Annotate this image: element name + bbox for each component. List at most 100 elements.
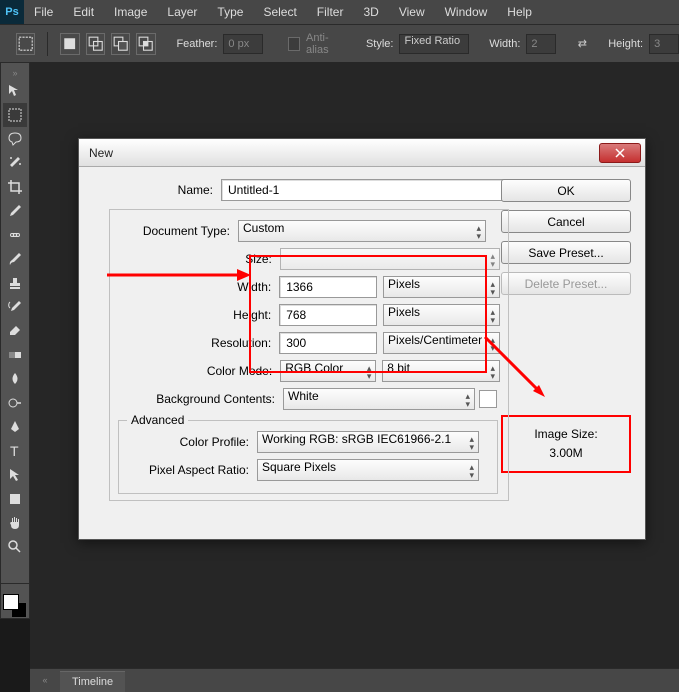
photoshop-logo-icon: Ps [0,0,24,24]
timeline-tab[interactable]: Timeline [60,671,125,692]
dialog-close-button[interactable] [599,143,641,163]
menu-select[interactable]: Select [253,5,306,19]
menu-filter[interactable]: Filter [307,5,354,19]
style-label: Style: [366,38,394,50]
resolution-input[interactable] [279,332,377,354]
doctype-label: Document Type: [118,224,238,238]
bgcontents-swatch[interactable] [479,390,497,408]
brush-tool-icon[interactable] [3,247,27,271]
eyedropper-tool-icon[interactable] [3,199,27,223]
opt-width-input[interactable] [526,34,556,54]
menu-edit[interactable]: Edit [63,5,104,19]
type-tool-icon[interactable]: T [3,439,27,463]
menu-view[interactable]: View [389,5,435,19]
magic-wand-tool-icon[interactable] [3,151,27,175]
selection-intersect-icon[interactable] [136,33,155,55]
resolution-unit-select[interactable]: Pixels/Centimeter▴▾ [383,332,500,354]
selection-subtract-icon[interactable] [111,33,130,55]
gradient-tool-icon[interactable] [3,343,27,367]
marquee-tool-icon[interactable] [3,103,27,127]
advanced-fieldset: Advanced Color Profile: Working RGB: sRG… [118,420,498,494]
antialias-checkbox [288,37,300,51]
resolution-label: Resolution: [138,336,279,350]
colormode-select[interactable]: RGB Color▴▾ [280,360,376,382]
feather-input[interactable] [223,34,263,54]
selection-new-icon[interactable] [60,33,79,55]
dodge-tool-icon[interactable] [3,391,27,415]
menu-image[interactable]: Image [104,5,157,19]
menu-help[interactable]: Help [497,5,542,19]
pen-tool-icon[interactable] [3,415,27,439]
eraser-tool-icon[interactable] [3,319,27,343]
bottom-panel-grab-icon[interactable]: « [30,668,60,692]
menu-file[interactable]: File [24,5,63,19]
zoom-tool-icon[interactable] [3,535,27,559]
feather-label: Feather: [176,38,217,50]
tools-panel: » T [0,62,30,619]
menu-3d[interactable]: 3D [353,5,388,19]
options-bar: Feather: Anti-alias Style: Fixed Ratio W… [0,24,679,62]
foreground-swatch[interactable] [3,594,19,610]
crop-tool-icon[interactable] [3,175,27,199]
name-label: Name: [91,183,221,197]
image-size-label: Image Size: [513,425,619,444]
path-selection-tool-icon[interactable] [3,463,27,487]
advanced-label: Advanced [127,413,188,427]
ok-button[interactable]: OK [501,179,631,202]
colorprofile-select[interactable]: Working RGB: sRGB IEC61966-2.1▴▾ [257,431,479,453]
menu-type[interactable]: Type [207,5,253,19]
width-label: Width: [138,280,279,294]
shape-tool-icon[interactable] [3,487,27,511]
lasso-tool-icon[interactable] [3,127,27,151]
antialias-label: Anti-alias [306,32,345,56]
blur-tool-icon[interactable] [3,367,27,391]
history-brush-tool-icon[interactable] [3,295,27,319]
height-input[interactable] [279,304,377,326]
color-swatches[interactable] [3,594,27,618]
swap-wh-icon[interactable]: ⇄ [575,36,589,52]
width-unit-select[interactable]: Pixels▴▾ [383,276,500,298]
healing-brush-tool-icon[interactable] [3,223,27,247]
menu-layer[interactable]: Layer [157,5,207,19]
colorprofile-label: Color Profile: [127,435,257,449]
size-select[interactable]: ▴▾ [280,248,500,270]
panel-grab-icon[interactable]: » [3,69,27,77]
stamp-tool-icon[interactable] [3,271,27,295]
svg-text:T: T [10,443,19,459]
name-input[interactable] [221,179,515,201]
height-unit-select[interactable]: Pixels▴▾ [383,304,500,326]
bitdepth-select[interactable]: 8 bit▴▾ [382,360,500,382]
marquee-tool-preset-icon[interactable] [16,33,35,55]
width-input[interactable] [279,276,377,298]
opt-height-label: Height: [608,38,643,50]
menu-window[interactable]: Window [435,5,498,19]
bgcontents-label: Background Contents: [118,392,283,406]
style-select[interactable]: Fixed Ratio [399,34,468,54]
bottom-panel: « Timeline [30,668,679,692]
tool-divider [1,583,29,584]
doctype-select[interactable]: Custom▴▾ [238,220,486,242]
delete-preset-button: Delete Preset... [501,272,631,295]
opt-height-input[interactable] [649,34,679,54]
new-document-dialog: New OK Cancel Save Preset... Delete Pres… [78,138,646,540]
image-size-box: Image Size: 3.00M [501,415,631,473]
opt-width-label: Width: [489,38,520,50]
cancel-button[interactable]: Cancel [501,210,631,233]
size-label: Size: [138,252,280,266]
dialog-title: New [89,146,599,160]
dialog-titlebar[interactable]: New [79,139,645,167]
bgcontents-select[interactable]: White▴▾ [283,388,475,410]
separator [47,32,48,56]
move-tool-icon[interactable] [3,79,27,103]
par-label: Pixel Aspect Ratio: [127,463,257,477]
hand-tool-icon[interactable] [3,511,27,535]
par-select[interactable]: Square Pixels▴▾ [257,459,479,481]
height-label: Height: [138,308,279,322]
image-size-value: 3.00M [513,444,619,463]
colormode-label: Color Mode: [138,364,280,378]
document-fieldset: Document Type: Custom▴▾ Size: ▴▾ Width: … [109,209,509,501]
close-icon [615,148,625,158]
save-preset-button[interactable]: Save Preset... [501,241,631,264]
menu-bar: Ps File Edit Image Layer Type Select Fil… [0,0,679,24]
selection-add-icon[interactable] [86,33,105,55]
